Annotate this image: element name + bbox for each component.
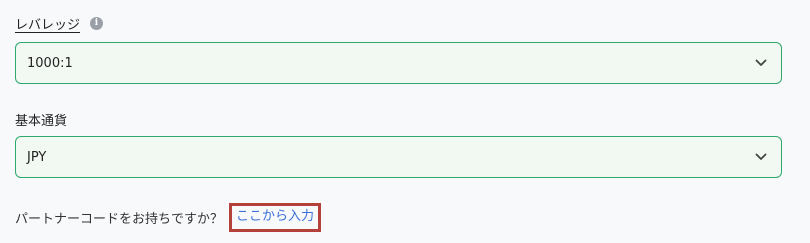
leverage-label[interactable]: レバレッジ bbox=[15, 14, 80, 33]
partner-code-question: パートナーコードをお持ちですか？ bbox=[15, 212, 224, 227]
base-currency-select-value: JPY bbox=[27, 149, 47, 165]
info-icon[interactable]: i bbox=[90, 17, 104, 30]
partner-code-row: パートナーコードをお持ちですか？ ここから入力 bbox=[15, 203, 322, 232]
base-currency-label: 基本通貨 bbox=[15, 114, 68, 129]
base-currency-label-row: 基本通貨 bbox=[15, 110, 67, 129]
leverage-select[interactable]: 1000:1 bbox=[15, 42, 782, 84]
chevron-down-icon bbox=[755, 57, 767, 69]
enter-partner-code-link[interactable]: ここから入力 bbox=[229, 203, 322, 232]
base-currency-select[interactable]: JPY bbox=[15, 136, 782, 178]
chevron-down-icon bbox=[755, 151, 767, 163]
leverage-label-row: レバレッジ i bbox=[15, 14, 104, 33]
leverage-select-value: 1000:1 bbox=[27, 55, 73, 71]
